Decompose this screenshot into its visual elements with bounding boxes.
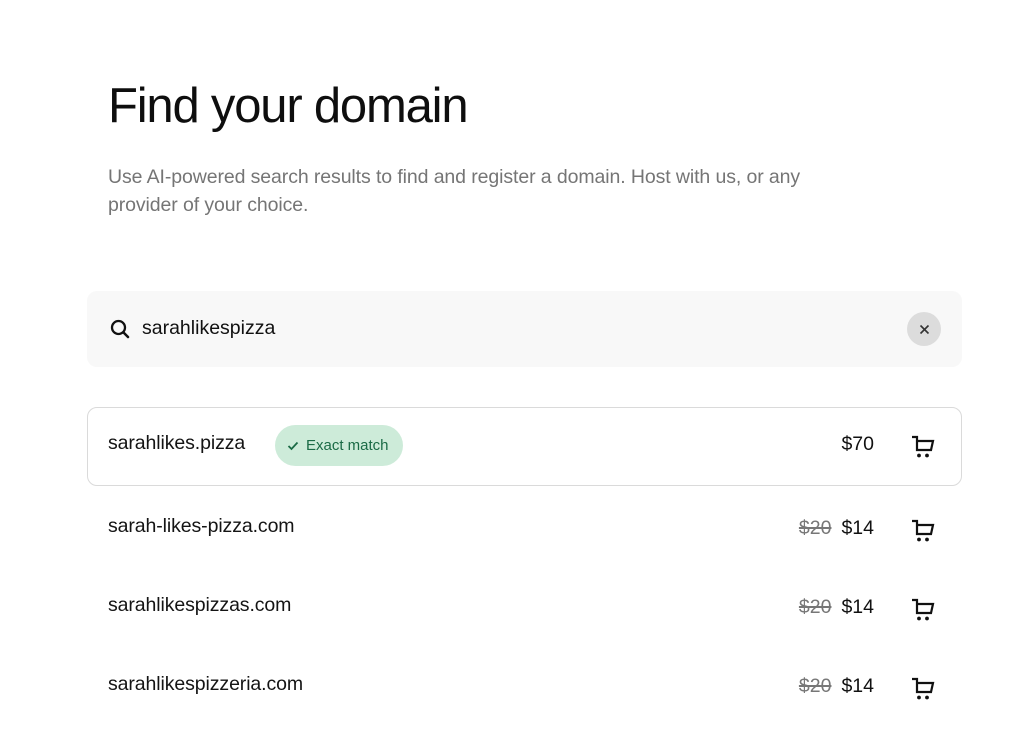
current-price: $14: [841, 517, 874, 539]
price: $20 $14: [799, 517, 874, 540]
price: $70: [841, 433, 874, 456]
page-title: Find your domain: [108, 79, 469, 133]
domain-name: sarahlikespizzas.com: [108, 594, 292, 616]
cart-icon[interactable]: [910, 596, 936, 622]
cart-icon[interactable]: [910, 517, 936, 543]
original-price: $20: [798, 596, 832, 618]
check-icon: [287, 441, 299, 450]
domain-results-list: sarahlikes.pizza Exact match $70 sarah-l…: [87, 407, 962, 728]
exact-match-badge: Exact match: [275, 425, 403, 466]
original-price: $20: [798, 675, 832, 697]
search-icon: [110, 319, 130, 339]
price: $20 $14: [799, 596, 874, 619]
current-price: $70: [841, 433, 874, 455]
domain-result-row[interactable]: sarahlikespizzeria.com $20 $14: [87, 649, 962, 728]
domain-name: sarahlikespizzeria.com: [108, 673, 304, 695]
domain-search-page: Find your domain Use AI-powered search r…: [0, 0, 1027, 747]
domain-result-row[interactable]: sarahlikes.pizza Exact match $70: [87, 407, 962, 486]
domain-result-row[interactable]: sarahlikespizzas.com $20 $14: [87, 570, 962, 649]
current-price: $14: [841, 596, 874, 618]
badge-label: Exact match: [306, 437, 389, 454]
domain-name: sarahlikes.pizza: [108, 432, 246, 454]
clear-search-button[interactable]: [907, 312, 941, 346]
close-icon: [919, 324, 929, 334]
search-bar: [87, 291, 962, 367]
cart-icon[interactable]: [910, 433, 936, 459]
domain-name: sarah-likes-pizza.com: [108, 515, 295, 537]
current-price: $14: [841, 675, 874, 697]
price: $20 $14: [799, 675, 874, 698]
original-price: $20: [798, 517, 832, 539]
domain-search-input[interactable]: [142, 313, 882, 343]
page-subtitle: Use AI-powered search results to find an…: [108, 166, 801, 216]
domain-result-row[interactable]: sarah-likes-pizza.com $20 $14: [87, 491, 962, 570]
cart-icon[interactable]: [910, 675, 936, 701]
